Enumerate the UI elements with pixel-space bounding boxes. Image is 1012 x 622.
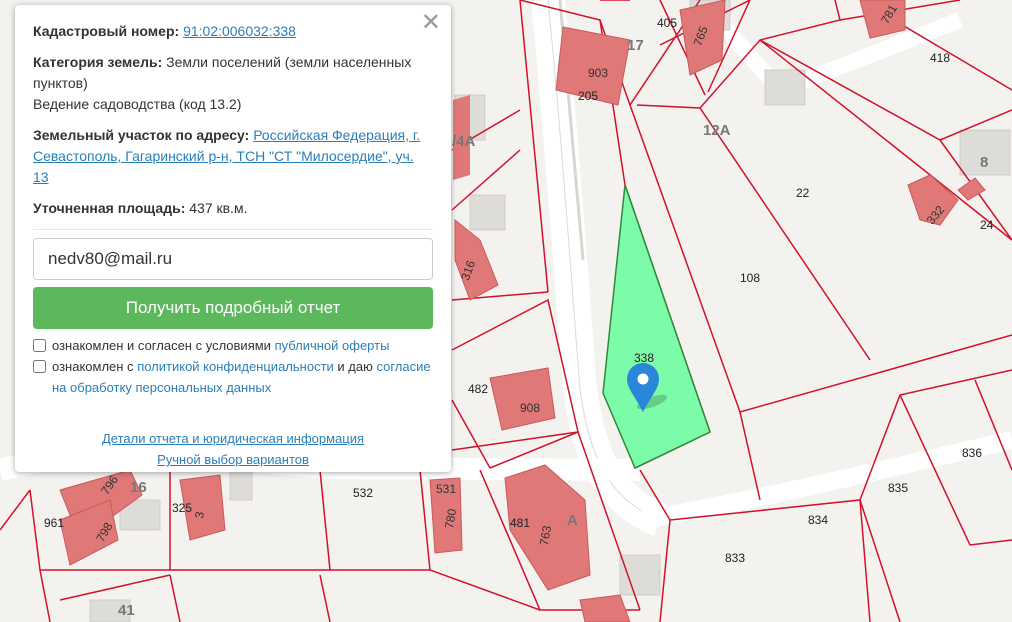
close-icon[interactable]: ✕ (421, 9, 441, 37)
area-value: 437 кв.м. (189, 200, 248, 216)
plot-number: 24 (980, 218, 994, 232)
plot-number: 532 (353, 486, 373, 500)
land-category-label: Категория земель: (33, 54, 163, 70)
footer-links: Детали отчета и юридическая информация Р… (33, 428, 433, 470)
plot-number: 108 (740, 271, 760, 285)
offer-consent-checkbox-row[interactable]: ознакомлен и согласен с условиями публич… (33, 335, 433, 356)
cadastral-number-row: Кадастровый номер: 91:02:006032:338 (33, 21, 433, 42)
quarter-label: 8 (980, 154, 988, 171)
manual-selection-link[interactable]: Ручной выбор вариантов (157, 449, 309, 470)
plot-number: 834 (808, 513, 828, 527)
get-report-button[interactable]: Получить подробный отчет (33, 287, 433, 329)
privacy-consent-mid: и даю (333, 359, 377, 374)
selected-plot-number: 338 (634, 351, 654, 365)
quarter-label: 16 (130, 479, 147, 496)
report-details-link[interactable]: Детали отчета и юридическая информация (102, 428, 364, 449)
building-number: 531 (436, 482, 456, 496)
land-category-row: Категория земель: Земли поселений (земли… (33, 52, 433, 115)
public-offer-link[interactable]: публичной оферты (275, 338, 390, 353)
plot-number: 22 (796, 186, 810, 200)
parcel-info-popup: ✕ Кадастровый номер: 91:02:006032:338 Ка… (15, 5, 451, 472)
email-field[interactable] (33, 238, 433, 280)
plot-number: 835 (888, 481, 908, 495)
offer-consent-checkbox[interactable] (33, 339, 46, 352)
privacy-consent-text: ознакомлен с (52, 359, 138, 374)
cadastral-number-link[interactable]: 91:02:006032:338 (183, 23, 296, 39)
area-row: Уточненная площадь: 437 кв.м. (33, 198, 433, 219)
quarter-label: 41 (118, 602, 135, 619)
address-label: Земельный участок по адресу: (33, 127, 250, 143)
offer-consent-text: ознакомлен и согласен с условиями (52, 338, 275, 353)
building-number: 903 (588, 66, 608, 80)
plot-number: 418 (930, 51, 950, 65)
plot-number: 961 (44, 516, 64, 530)
plot-number: 836 (962, 446, 982, 460)
plot-number: 205 (578, 89, 598, 103)
quarter-label: 12А (703, 122, 731, 139)
privacy-consent-checkbox-row[interactable]: ознакомлен с политикой конфиденциальност… (33, 356, 433, 398)
quarter-label: 17 (627, 37, 644, 54)
area-label: Уточненная площадь: (33, 200, 186, 216)
plot-number: 481 (510, 516, 530, 530)
quarter-label: /4А (452, 133, 476, 150)
privacy-consent-checkbox[interactable] (33, 360, 46, 373)
plot-number: 405 (657, 16, 677, 30)
land-use-value: Ведение садоводства (код 13.2) (33, 96, 242, 112)
divider (33, 229, 433, 230)
plot-number: 833 (725, 551, 745, 565)
building-number: 908 (520, 401, 540, 415)
cadastral-number-label: Кадастровый номер: (33, 23, 180, 39)
plot-number: 325 (172, 501, 192, 515)
quarter-label: А (567, 512, 578, 529)
address-row: Земельный участок по адресу: Российская … (33, 125, 433, 188)
privacy-policy-link[interactable]: политикой конфиденциальности (137, 359, 334, 374)
plot-number: 482 (468, 382, 488, 396)
